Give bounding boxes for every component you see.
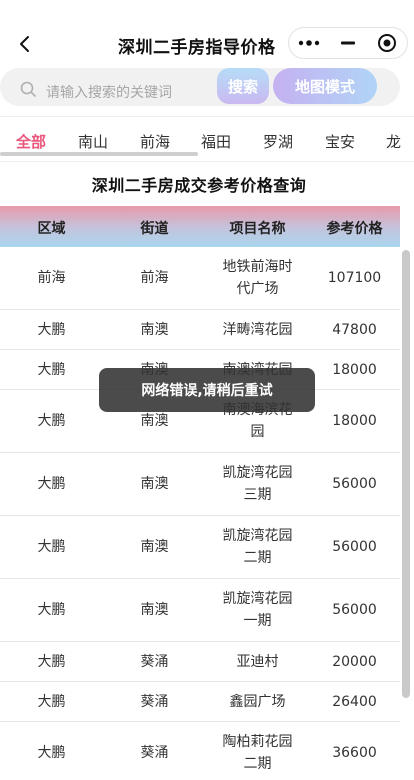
- table-row[interactable]: 大鹏 南澳 凯旋湾花园三期 56000: [0, 453, 400, 516]
- tab-longgang[interactable]: 龙: [386, 131, 401, 152]
- cell-area: 大鹏: [37, 602, 66, 618]
- cell-project: 鑫园广场: [229, 693, 286, 710]
- cell-price: 107100: [327, 270, 382, 286]
- table-title: 深圳二手房成交参考价格查询: [91, 176, 307, 195]
- tab-baoan[interactable]: 宝安: [325, 131, 355, 152]
- header-price: 参考价格: [326, 221, 383, 237]
- close-button[interactable]: [368, 28, 407, 58]
- cell-area: 大鹏: [37, 745, 66, 761]
- cell-price: 36600: [332, 745, 377, 761]
- cell-area: 大鹏: [37, 693, 66, 710]
- cell-price: 18000: [332, 413, 377, 429]
- back-button[interactable]: [14, 32, 34, 56]
- table-row[interactable]: 大鹏 南澳 洋畴湾花园 47800: [0, 310, 400, 350]
- cell-project: 亚迪村: [236, 653, 279, 670]
- header-project: 项目名称: [229, 221, 286, 237]
- search-placeholder: 请输入搜索的关键词: [46, 85, 172, 101]
- cell-street: 南澳: [140, 321, 169, 338]
- cell-project: 凯旋湾花园一期: [222, 591, 293, 629]
- cell-street: 南澳: [140, 602, 169, 618]
- table-row[interactable]: 大鹏 南澳 凯旋湾花园一期 56000: [0, 579, 400, 642]
- error-toast: 网络错误,请稍后重试: [99, 368, 315, 412]
- map-mode-button[interactable]: 地图模式: [273, 68, 377, 104]
- cell-price: 56000: [332, 602, 377, 618]
- search-button[interactable]: 搜索: [217, 68, 269, 104]
- table-row[interactable]: 大鹏 南澳 凯旋湾花园二期 56000: [0, 516, 400, 579]
- header-area: 区域: [37, 221, 66, 237]
- table-row[interactable]: 大鹏 葵涌 鑫园广场 26400: [0, 682, 400, 722]
- table-row[interactable]: 前海 前海 地铁前海时代广场 107100: [0, 247, 400, 310]
- target-close-icon: [378, 34, 397, 52]
- cell-area: 大鹏: [37, 653, 66, 670]
- cell-project: 洋畴湾花园: [222, 321, 293, 338]
- cell-street: 前海: [140, 270, 169, 286]
- cell-area: 大鹏: [37, 539, 66, 555]
- cell-price: 26400: [332, 693, 377, 710]
- cell-street: 南澳: [140, 476, 169, 492]
- header-street: 街道: [140, 221, 169, 237]
- table-header: 区域 街道 项目名称 参考价格: [0, 206, 400, 247]
- chevron-left-icon: [20, 36, 29, 52]
- tab-luohu[interactable]: 罗湖: [263, 131, 293, 152]
- more-button[interactable]: [289, 28, 328, 58]
- more-dots-icon: [298, 40, 319, 46]
- cell-street: 葵涌: [140, 745, 169, 761]
- cell-area: 大鹏: [37, 476, 66, 492]
- cell-price: 56000: [332, 476, 377, 492]
- cell-price: 47800: [332, 321, 377, 338]
- minimize-button[interactable]: [328, 28, 367, 58]
- cell-area: 大鹏: [37, 361, 66, 378]
- cell-area: 大鹏: [37, 413, 66, 429]
- cell-project: 陶柏莉花园二期: [222, 734, 293, 772]
- table-row[interactable]: 大鹏 葵涌 陶柏莉花园二期 36600: [0, 722, 400, 780]
- tab-qianhai[interactable]: 前海: [140, 131, 170, 152]
- tab-futian[interactable]: 福田: [201, 131, 231, 152]
- tab-all[interactable]: 全部: [16, 131, 46, 152]
- page-title: 深圳二手房指导价格: [118, 38, 276, 58]
- cell-project: 凯旋湾花园三期: [222, 465, 293, 503]
- cell-price: 56000: [332, 539, 377, 555]
- cell-area: 大鹏: [37, 321, 66, 338]
- table-row[interactable]: 大鹏 葵涌 亚迪村 20000: [0, 642, 400, 682]
- cell-street: 葵涌: [140, 693, 169, 710]
- mini-program-capsule: [288, 27, 408, 59]
- page-scrollbar[interactable]: [402, 250, 410, 698]
- tabs-scroll-indicator: [0, 152, 198, 156]
- cell-price: 18000: [332, 361, 377, 378]
- cell-project: 凯旋湾花园二期: [222, 528, 293, 566]
- cell-project: 地铁前海时代广场: [222, 259, 293, 297]
- search-row: 请输入搜索的关键词 搜索 地图模式: [0, 64, 414, 110]
- minimize-icon: [340, 41, 355, 45]
- tab-nanshan[interactable]: 南山: [78, 131, 108, 152]
- cell-price: 20000: [332, 653, 377, 670]
- nav-bar: 深圳二手房指导价格: [0, 0, 414, 64]
- cell-street: 南澳: [140, 539, 169, 555]
- cell-street: 葵涌: [140, 653, 169, 670]
- search-icon: [20, 81, 36, 97]
- cell-area: 前海: [37, 270, 66, 286]
- table-body: 前海 前海 地铁前海时代广场 107100 大鹏 南澳 洋畴湾花园 47800 …: [0, 247, 400, 780]
